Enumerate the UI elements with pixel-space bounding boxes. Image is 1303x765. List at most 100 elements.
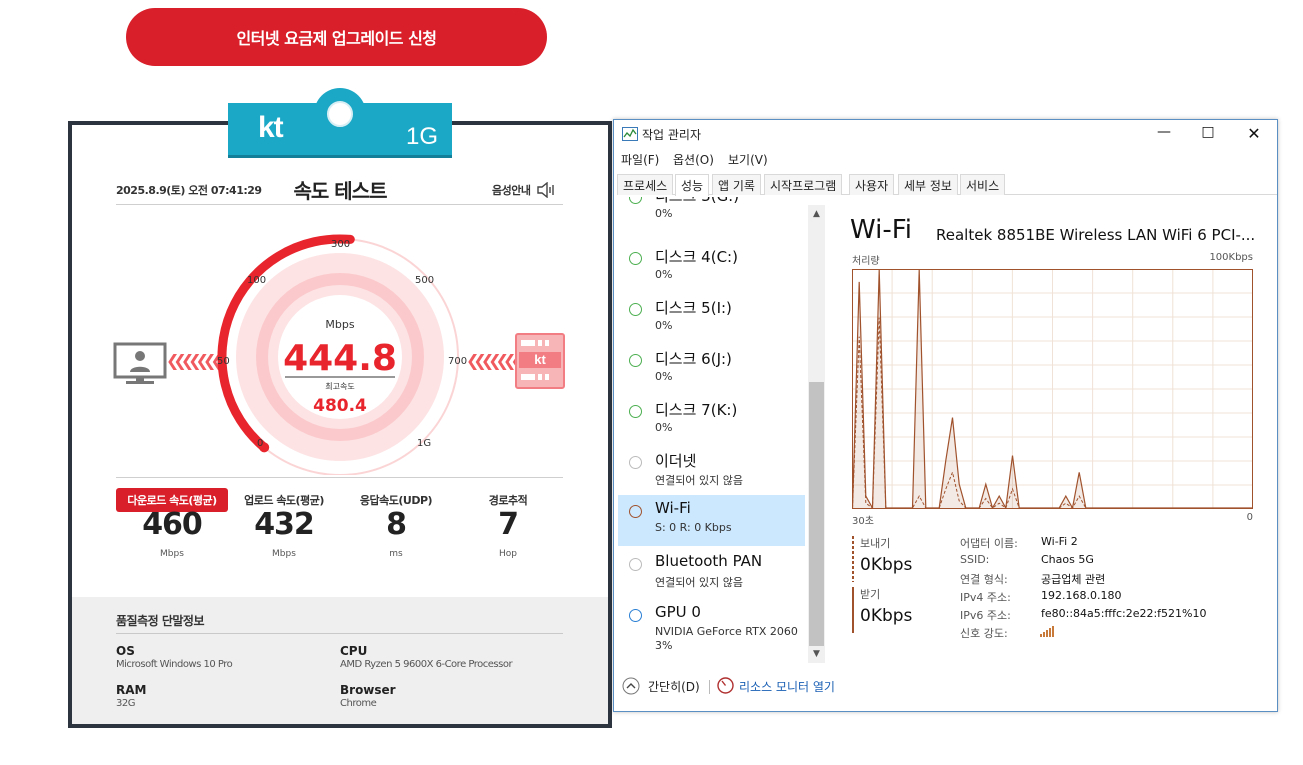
prop-ssid-label: SSID: — [960, 553, 990, 566]
speaker-icon — [537, 181, 554, 199]
chevron-up-icon[interactable] — [622, 677, 640, 695]
disk-dot-icon — [629, 405, 642, 418]
latency-label: 응답속도(UDP) — [359, 494, 433, 507]
tab-startup[interactable]: 시작프로그램 — [764, 174, 843, 195]
resource-list: 디스크 3(G:) 0% 디스크 4(C:) 0% 디스크 5(I:) 0% 디… — [618, 197, 805, 665]
voice-guide-button[interactable]: 음성안내 — [492, 181, 556, 199]
item-sub: S: 0 R: 0 Kbps — [655, 521, 732, 534]
list-item-disk6[interactable]: 디스크 6(J:) 0% — [618, 348, 805, 399]
prop-ssid-value: Chaos 5G — [1041, 553, 1094, 566]
prop-adapter-label: 어댑터 이름: — [960, 537, 1018, 550]
tab-bar: 프로세스 성능 앱 기록 시작프로그램 사용자 세부 정보 서비스 — [617, 174, 1277, 196]
current-speed: 444.8 — [283, 338, 397, 379]
disk-dot-icon — [629, 354, 642, 367]
send-label: 보내기 — [860, 537, 891, 550]
kt-logo: kt — [258, 111, 284, 144]
menu-file[interactable]: 파일(F) — [621, 151, 659, 168]
list-item-bluetooth[interactable]: Bluetooth PAN 연결되어 있지 않음 — [618, 552, 805, 603]
tab-processes[interactable]: 프로세스 — [617, 174, 674, 195]
item-sub: 연결되어 있지 않음 — [655, 474, 743, 487]
footer-divider — [709, 680, 710, 694]
upload-label: 업로드 속도(평균) — [244, 494, 324, 507]
gauge-tick: 500 — [415, 275, 434, 286]
item-sub: NVIDIA GeForce RTX 2060 — [655, 625, 798, 638]
time-axis-label: 30초 — [852, 516, 874, 527]
traceroute-value: 7 — [498, 507, 519, 542]
tab-app-history[interactable]: 앱 기록 — [712, 174, 761, 195]
minimize-button[interactable]: — — [1152, 124, 1176, 140]
os-value: Microsoft Windows 10 Pro — [116, 659, 233, 670]
adapter-name: Realtek 8851BE Wireless LAN WiFi 6 PCI-.… — [936, 226, 1256, 244]
item-name: 디스크 3(G:) — [655, 197, 739, 206]
bluetooth-dot-icon — [629, 558, 642, 571]
latency-value: 8 — [386, 507, 407, 542]
list-item-wifi[interactable]: Wi-Fi S: 0 R: 0 Kbps — [618, 495, 805, 546]
close-button[interactable]: ✕ — [1242, 124, 1266, 143]
list-item-disk4[interactable]: 디스크 4(C:) 0% — [618, 246, 805, 297]
item-name: 디스크 4(C:) — [655, 248, 738, 266]
voice-guide-label: 음성안내 — [492, 184, 531, 197]
prop-ipv4-value: 192.168.0.180 — [1041, 589, 1122, 602]
cpu-value: AMD Ryzen 5 9600X 6-Core Processor — [340, 659, 513, 670]
download-value: 460 — [142, 507, 203, 542]
tab-knob-inner — [327, 101, 353, 127]
collapse-button[interactable]: 간단히(D) — [648, 678, 700, 695]
tab-details[interactable]: 세부 정보 — [898, 174, 958, 195]
item-name: Wi-Fi — [655, 499, 691, 517]
item-name: 이더넷 — [655, 452, 697, 470]
menu-options[interactable]: 옵션(O) — [673, 151, 714, 168]
prop-conn-label: 연결 형식: — [960, 573, 1008, 586]
throughput-label: 처리량 — [852, 256, 880, 267]
item-sub: 0% — [655, 370, 673, 383]
speed-gauge: Mbps 444.8 최고속도 480.4 0 50 100 300 500 7… — [217, 234, 467, 475]
throughput-chart — [852, 269, 1253, 509]
ram-value: 32G — [116, 698, 135, 709]
prop-ipv6-label: IPv6 주소: — [960, 609, 1011, 622]
item-name: 디스크 7(K:) — [655, 401, 738, 419]
tab-performance[interactable]: 성능 — [675, 174, 710, 196]
disk-dot-icon — [629, 197, 642, 204]
divider — [116, 204, 563, 205]
open-resource-monitor-link[interactable]: 리소스 모니터 열기 — [739, 678, 835, 695]
list-item-gpu[interactable]: GPU 0 NVIDIA GeForce RTX 2060 3% — [618, 603, 805, 665]
page-title: 속도 테스트 — [293, 179, 388, 203]
menu-view[interactable]: 보기(V) — [728, 151, 768, 168]
window-title: 작업 관리자 — [642, 128, 702, 142]
gauge-tick: 700 — [448, 356, 467, 367]
gauge-tick: 0 — [257, 438, 263, 449]
divider — [116, 477, 563, 478]
upload-value: 432 — [254, 507, 315, 542]
upload-unit: Mbps — [272, 549, 296, 559]
item-sub: 연결되어 있지 않음 — [655, 576, 743, 589]
recv-legend-bar — [852, 587, 854, 633]
disk-dot-icon — [629, 303, 642, 316]
scrollbar-thumb[interactable] — [809, 382, 824, 646]
wifi-dot-icon — [629, 505, 642, 518]
item-sub: 0% — [655, 268, 673, 281]
ethernet-dot-icon — [629, 456, 642, 469]
item-sub: 0% — [655, 207, 673, 220]
recv-label: 받기 — [860, 588, 881, 601]
signal-strength-icon — [1040, 626, 1054, 637]
gauge-tick: 1G — [417, 438, 431, 449]
prop-adapter-value: Wi-Fi 2 — [1041, 535, 1078, 548]
device-info-title: 품질측정 단말정보 — [116, 614, 205, 628]
max-speed-label: 최고속도 — [325, 381, 354, 391]
tab-users[interactable]: 사용자 — [849, 174, 895, 195]
scroll-up-icon[interactable]: ▲ — [808, 209, 825, 219]
send-value: 0Kbps — [860, 555, 913, 575]
scroll-down-icon[interactable]: ▼ — [808, 649, 825, 659]
maximize-button[interactable]: □ — [1196, 124, 1220, 140]
list-item-disk5[interactable]: 디스크 5(I:) 0% — [618, 297, 805, 348]
list-item-disk3[interactable]: 디스크 3(G:) 0% — [618, 197, 805, 236]
recv-value: 0Kbps — [860, 606, 913, 626]
list-item-ethernet[interactable]: 이더넷 연결되어 있지 않음 — [618, 450, 805, 501]
send-legend-bar — [852, 536, 854, 582]
list-item-disk7[interactable]: 디스크 7(K:) 0% — [618, 399, 805, 450]
computer-icon — [113, 342, 167, 384]
browser-label: Browser — [340, 683, 396, 697]
tab-services[interactable]: 서비스 — [960, 174, 1006, 195]
upgrade-plan-button[interactable]: 인터넷 요금제 업그레이드 신청 — [126, 8, 547, 66]
browser-value: Chrome — [340, 698, 377, 709]
disk-dot-icon — [629, 252, 642, 265]
